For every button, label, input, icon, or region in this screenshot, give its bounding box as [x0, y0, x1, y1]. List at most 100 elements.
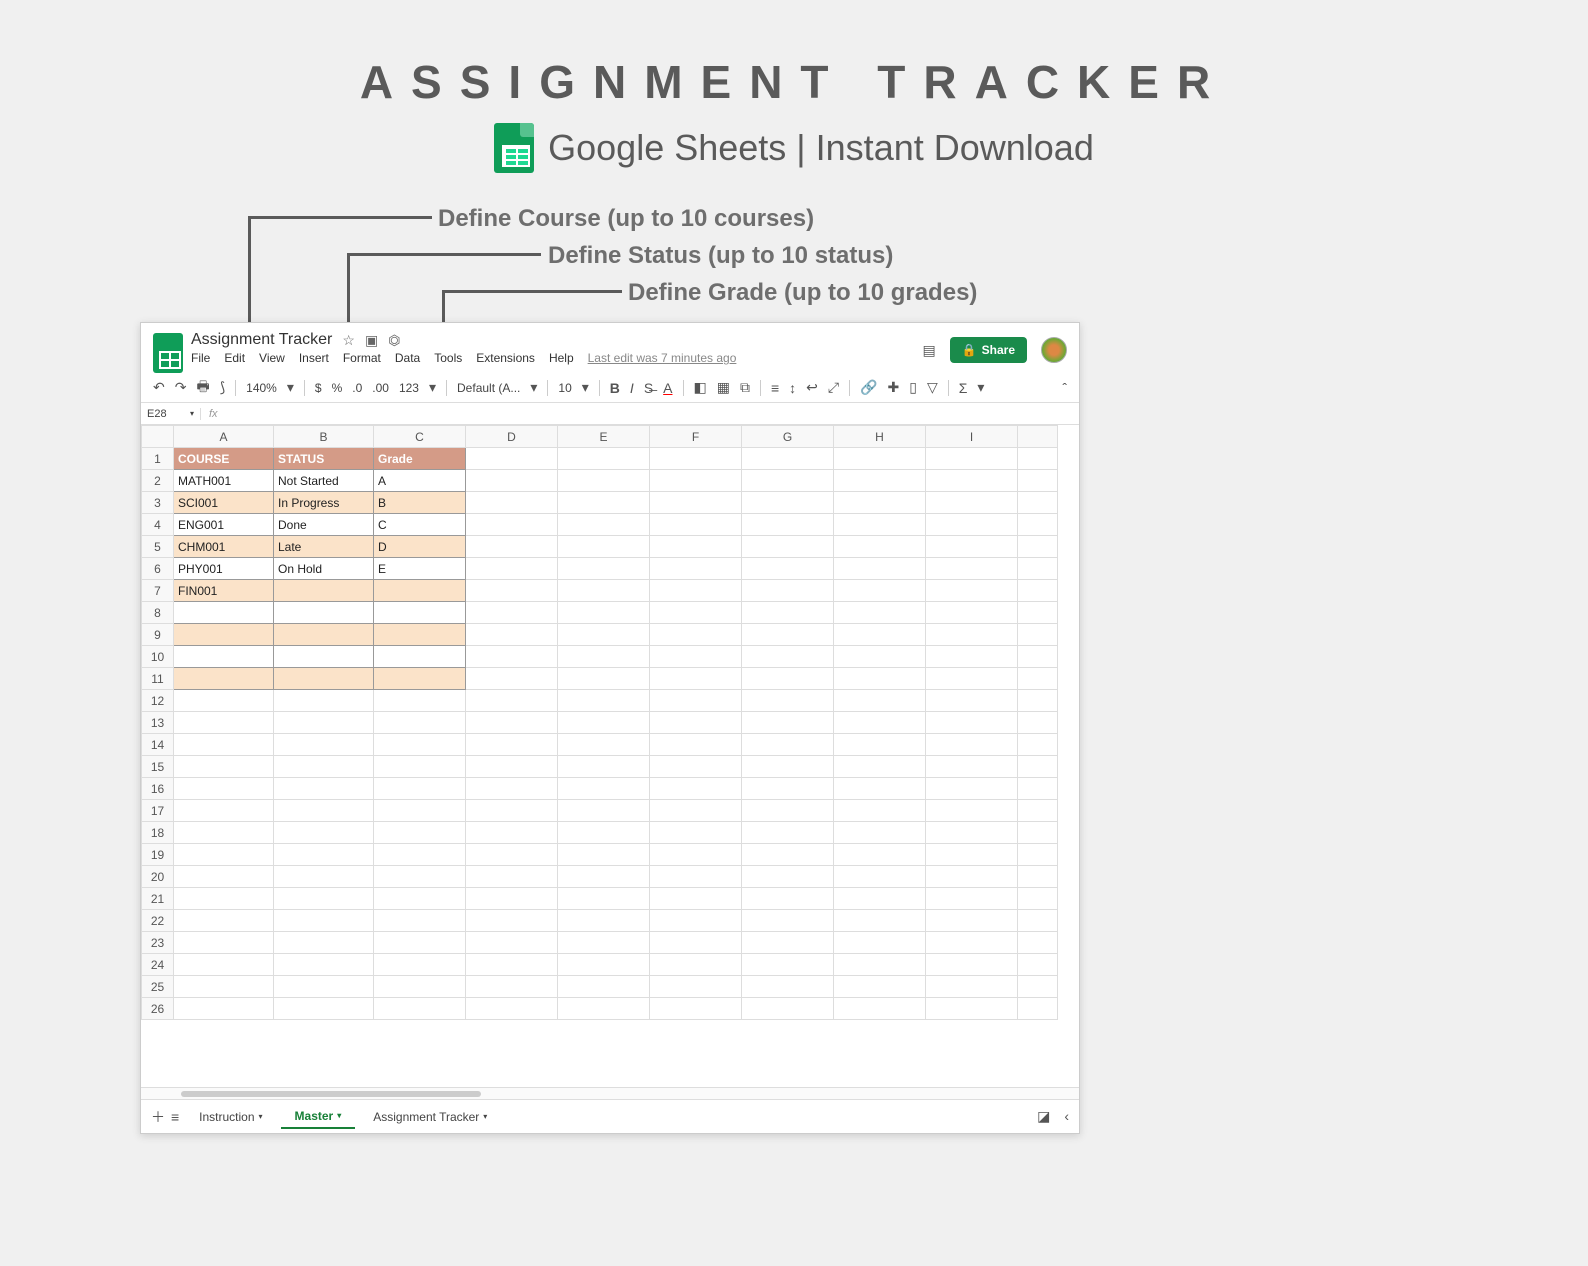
- cell[interactable]: [174, 844, 274, 866]
- cell[interactable]: [926, 932, 1018, 954]
- cell[interactable]: [650, 910, 742, 932]
- cell[interactable]: CHM001: [174, 536, 274, 558]
- cell[interactable]: [834, 536, 926, 558]
- undo-icon[interactable]: ↶: [153, 379, 165, 396]
- cell[interactable]: [834, 690, 926, 712]
- cell[interactable]: [374, 998, 466, 1020]
- cell[interactable]: [374, 602, 466, 624]
- borders-icon[interactable]: ▦: [717, 379, 730, 396]
- cell[interactable]: [374, 734, 466, 756]
- cell[interactable]: [466, 822, 558, 844]
- cell[interactable]: [274, 778, 374, 800]
- cell[interactable]: [742, 998, 834, 1020]
- cell[interactable]: [926, 910, 1018, 932]
- cell[interactable]: [926, 844, 1018, 866]
- cell[interactable]: [650, 822, 742, 844]
- cell[interactable]: [274, 954, 374, 976]
- cell[interactable]: [466, 602, 558, 624]
- chevron-down-icon[interactable]: ▾: [429, 379, 436, 396]
- cell[interactable]: [834, 998, 926, 1020]
- cell[interactable]: [742, 822, 834, 844]
- cell[interactable]: [926, 888, 1018, 910]
- cell[interactable]: [742, 646, 834, 668]
- cell[interactable]: [558, 492, 650, 514]
- cell[interactable]: [274, 998, 374, 1020]
- cell[interactable]: [834, 448, 926, 470]
- cell[interactable]: [834, 470, 926, 492]
- filter-icon[interactable]: ▽: [927, 379, 938, 396]
- cell[interactable]: [742, 580, 834, 602]
- cell[interactable]: [374, 690, 466, 712]
- cell[interactable]: [834, 976, 926, 998]
- column-header[interactable]: I: [926, 426, 1018, 448]
- cell[interactable]: [742, 712, 834, 734]
- cell[interactable]: [174, 734, 274, 756]
- cell[interactable]: [374, 910, 466, 932]
- cell[interactable]: [374, 844, 466, 866]
- cell[interactable]: [466, 646, 558, 668]
- cell[interactable]: [650, 470, 742, 492]
- cell[interactable]: SCI001: [174, 492, 274, 514]
- cell[interactable]: [742, 734, 834, 756]
- menu-help[interactable]: Help: [549, 351, 574, 365]
- sheets-logo-icon[interactable]: [153, 333, 183, 373]
- cell[interactable]: [650, 514, 742, 536]
- cell[interactable]: [374, 756, 466, 778]
- cell[interactable]: [466, 580, 558, 602]
- cell[interactable]: [174, 778, 274, 800]
- row-header[interactable]: 15: [142, 756, 174, 778]
- menu-data[interactable]: Data: [395, 351, 420, 365]
- cell[interactable]: [650, 734, 742, 756]
- row-header[interactable]: 9: [142, 624, 174, 646]
- menu-edit[interactable]: Edit: [224, 351, 245, 365]
- cell[interactable]: [926, 734, 1018, 756]
- cell[interactable]: [650, 602, 742, 624]
- text-color-icon[interactable]: A: [663, 380, 672, 396]
- cell[interactable]: [650, 800, 742, 822]
- cell[interactable]: [650, 558, 742, 580]
- number-format[interactable]: 123: [399, 381, 419, 395]
- cell[interactable]: [274, 734, 374, 756]
- cell[interactable]: [650, 646, 742, 668]
- cell[interactable]: [558, 712, 650, 734]
- menu-format[interactable]: Format: [343, 351, 381, 365]
- cell[interactable]: [174, 646, 274, 668]
- row-header[interactable]: 11: [142, 668, 174, 690]
- cell[interactable]: [174, 668, 274, 690]
- cell[interactable]: ENG001: [174, 514, 274, 536]
- move-folder-icon[interactable]: ▣: [365, 332, 378, 349]
- cell[interactable]: [926, 558, 1018, 580]
- cell[interactable]: [834, 492, 926, 514]
- paint-format-icon[interactable]: ⟆: [220, 379, 225, 396]
- cell[interactable]: [374, 932, 466, 954]
- cell[interactable]: [926, 778, 1018, 800]
- cell[interactable]: [466, 910, 558, 932]
- cell[interactable]: [926, 514, 1018, 536]
- cell[interactable]: [742, 932, 834, 954]
- cell[interactable]: [274, 624, 374, 646]
- row-header[interactable]: 13: [142, 712, 174, 734]
- fill-color-icon[interactable]: ◧: [694, 379, 707, 396]
- cell[interactable]: [274, 580, 374, 602]
- account-avatar[interactable]: [1041, 337, 1067, 363]
- cell[interactable]: [926, 822, 1018, 844]
- functions-icon[interactable]: Σ: [959, 380, 968, 396]
- cell[interactable]: [834, 712, 926, 734]
- cell[interactable]: [926, 580, 1018, 602]
- cell[interactable]: [926, 866, 1018, 888]
- column-header[interactable]: H: [834, 426, 926, 448]
- name-box[interactable]: E28▾: [141, 408, 201, 420]
- row-header[interactable]: 25: [142, 976, 174, 998]
- cell[interactable]: [742, 844, 834, 866]
- halign-icon[interactable]: ≡: [771, 380, 779, 396]
- cell[interactable]: [650, 932, 742, 954]
- chevron-down-icon[interactable]: ▾: [530, 379, 537, 396]
- column-header[interactable]: A: [174, 426, 274, 448]
- cell[interactable]: [558, 536, 650, 558]
- cell[interactable]: [274, 932, 374, 954]
- column-header[interactable]: G: [742, 426, 834, 448]
- cell[interactable]: [742, 492, 834, 514]
- cell[interactable]: [650, 976, 742, 998]
- cell[interactable]: [558, 668, 650, 690]
- explore-icon[interactable]: ◪: [1037, 1108, 1050, 1125]
